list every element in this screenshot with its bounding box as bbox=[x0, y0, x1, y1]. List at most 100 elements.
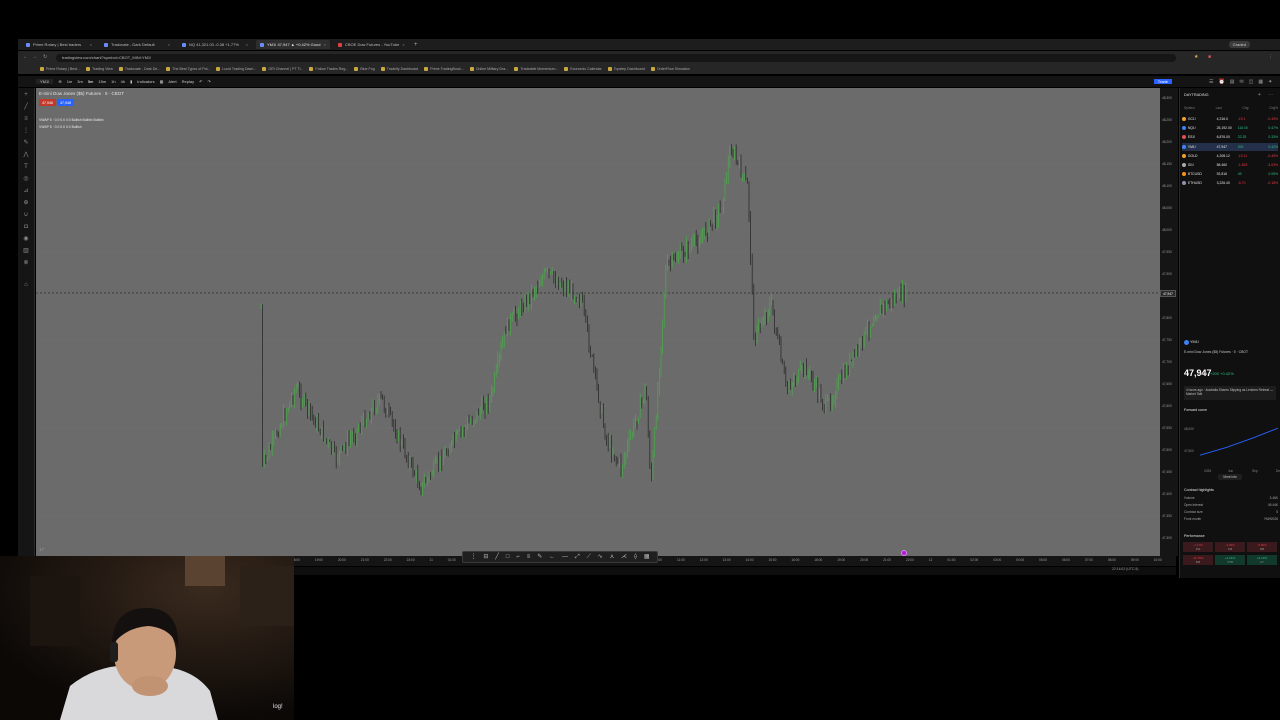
redo-icon[interactable]: ↷ bbox=[207, 79, 210, 84]
crosshair-icon[interactable]: + bbox=[23, 92, 29, 98]
back-icon[interactable]: ← bbox=[23, 54, 28, 60]
bookmark-item[interactable]: Online Military Dra... bbox=[469, 67, 508, 71]
timeframe-3m[interactable]: 3m bbox=[77, 79, 83, 84]
price-chart[interactable]: E-mini Dow Jones ($5) Futures · 5 · CBOT… bbox=[36, 88, 1160, 556]
close-icon[interactable]: × bbox=[324, 42, 326, 47]
bookmark-item[interactable]: Lucid Trading Dash... bbox=[216, 67, 256, 71]
news-icon[interactable]: ▤ bbox=[1230, 79, 1235, 85]
text-icon[interactable]: T bbox=[23, 164, 29, 170]
candle-type-icon[interactable]: ▮ bbox=[130, 79, 132, 84]
brush-icon[interactable]: ✎ bbox=[23, 140, 29, 146]
forward-icon[interactable]: → bbox=[32, 54, 37, 60]
bookmark-item[interactable]: The Best Types of Pol... bbox=[166, 67, 210, 71]
buy-button[interactable]: 47,948 bbox=[57, 99, 74, 106]
bookmark-item[interactable]: OrderFlow Simulator bbox=[650, 67, 690, 71]
screener-icon[interactable]: ◫ bbox=[1249, 79, 1254, 85]
more-info-button[interactable]: More info bbox=[1218, 474, 1242, 480]
indicator-legend[interactable]: VWAP 5 · 0.0 0.0 0.0 Bullish bbox=[39, 125, 82, 129]
trend-line-icon[interactable]: ╱ bbox=[23, 104, 29, 110]
more-icon[interactable]: ▦ bbox=[644, 554, 650, 560]
calendar-icon[interactable]: ▦ bbox=[1258, 79, 1263, 85]
eye-icon[interactable]: ◉ bbox=[23, 236, 29, 242]
browser-tab[interactable]: Tradovate - Dark Default × bbox=[100, 40, 174, 49]
magnet-icon[interactable]: ∪ bbox=[23, 212, 29, 218]
lock-icon[interactable]: ◘ bbox=[23, 224, 29, 230]
bookmark-item[interactable]: Prime TradingBook... bbox=[424, 67, 464, 71]
timeframe-4h[interactable]: 4h bbox=[121, 79, 125, 84]
bookmark-item[interactable]: Economic Calendar bbox=[564, 67, 602, 71]
browser-tab-active[interactable]: YM1! 47,947 ▲ +0.42% Good × bbox=[256, 40, 330, 49]
path-icon[interactable]: ⌐ bbox=[516, 554, 520, 560]
trash-icon[interactable]: ▥ bbox=[23, 248, 29, 254]
chat-icon[interactable]: ✉ bbox=[1239, 79, 1243, 85]
watchlist-row[interactable]: SI1! 58.460 -1.829 -3.03% bbox=[1182, 161, 1278, 169]
menu-icon[interactable]: ⋮ bbox=[1268, 54, 1273, 60]
bookmark-item[interactable]: Prime Rotary | Best... bbox=[40, 67, 80, 71]
browser-tab[interactable]: Prime Rotary | Best traders × bbox=[22, 40, 96, 49]
bookmark-item[interactable]: Tradeable Momentum... bbox=[514, 67, 558, 71]
watchlist-row[interactable]: GC1! 4,216.0 -19.1 -0.45% bbox=[1182, 115, 1278, 123]
watchlist-row[interactable]: ES1! 6,876.00 22.25 0.33% bbox=[1182, 133, 1278, 141]
watchlist-row[interactable]: GOLD 4,208.12 -19.11 -0.45% bbox=[1182, 152, 1278, 160]
purple-marker-icon[interactable] bbox=[901, 550, 907, 556]
undo-icon[interactable]: ↶ bbox=[199, 79, 202, 84]
timeframe-1h[interactable]: 1h bbox=[111, 79, 115, 84]
ruler-icon[interactable]: ⊿ bbox=[23, 188, 29, 194]
price-axis[interactable]: 48,300 48,250 48,200 48,150 48,100 48,050 48,0… bbox=[1160, 88, 1178, 556]
pen-icon[interactable]: ✎ bbox=[537, 554, 542, 560]
favorites-icon[interactable]: ⌂ bbox=[23, 282, 29, 288]
hline-icon[interactable]: — bbox=[562, 554, 568, 560]
curve-icon[interactable]: ∿ bbox=[598, 554, 603, 560]
timeframe-5m[interactable]: 5m bbox=[88, 79, 94, 84]
fib-icon[interactable]: ⋮ bbox=[23, 128, 29, 134]
performance-box[interactable]: +2.24% YTD bbox=[1215, 555, 1245, 565]
wave-icon[interactable]: ⋌ bbox=[621, 554, 627, 560]
rect-icon[interactable]: □ bbox=[506, 554, 510, 560]
add-symbol-icon[interactable]: ⊕ bbox=[58, 79, 61, 84]
ray-icon[interactable]: ⤢ bbox=[575, 554, 580, 560]
line-icon[interactable]: ╱ bbox=[495, 554, 499, 560]
bookmark-item[interactable]: Trading View bbox=[86, 67, 113, 71]
performance-box[interactable]: -11.75% 6M bbox=[1183, 555, 1213, 565]
color-icon[interactable]: ≡ bbox=[527, 554, 531, 560]
more-icon[interactable]: ⋯ bbox=[1268, 92, 1273, 98]
watchlist-row[interactable]: YM1! 47,947 200 0.42% bbox=[1182, 142, 1278, 151]
watchlist-title[interactable]: DAYTRADING bbox=[1184, 93, 1209, 97]
trade-button[interactable]: Trade bbox=[1153, 79, 1172, 84]
template-icon[interactable]: ⊟ bbox=[483, 554, 488, 560]
alert-button[interactable]: Alert bbox=[168, 79, 176, 84]
close-icon[interactable]: × bbox=[246, 42, 248, 47]
zoom-icon[interactable]: ⊕ bbox=[23, 200, 29, 206]
bookmark-item[interactable]: Blue Fog bbox=[354, 67, 375, 71]
watchlist-row[interactable]: BTCUSD 92,816 49 0.05% bbox=[1182, 170, 1278, 178]
performance-box[interactable]: +9.13% 1Y bbox=[1247, 555, 1277, 565]
bookmark-item[interactable]: Follow Trades Reg... bbox=[309, 67, 348, 71]
arrow-icon[interactable]: ← bbox=[549, 554, 555, 560]
watchlist-icon[interactable]: ☰ bbox=[1209, 79, 1213, 85]
measure-icon[interactable]: ⟠ bbox=[634, 554, 637, 560]
symbol-search-button[interactable]: YM1! bbox=[36, 79, 54, 84]
column-header[interactable]: Chg% bbox=[1269, 106, 1278, 110]
ideas-icon[interactable]: ✦ bbox=[1268, 79, 1272, 85]
indicator-legend[interactable]: VWAP 5 · 0.0 0.0 0.0 Bullish Bullish Bul… bbox=[39, 118, 103, 122]
sell-button[interactable]: 47,946 bbox=[39, 99, 56, 106]
profile-badge[interactable]: Graded bbox=[1228, 41, 1250, 48]
watchlist-row[interactable]: ETHUSD 3,226.40 -5.70 -0.18% bbox=[1182, 179, 1278, 187]
browser-tab[interactable]: NQ 41,321.03 -0.38 +1.77% × bbox=[178, 40, 252, 49]
news-headline[interactable]: 4 hours ago · Australia Shares Slipping … bbox=[1184, 386, 1276, 400]
new-tab-button[interactable]: + bbox=[414, 42, 418, 48]
bookmark-item[interactable]: ORI Channel | PT Ti... bbox=[262, 67, 303, 71]
timeframe-1m[interactable]: 1m bbox=[67, 79, 73, 84]
close-icon[interactable]: × bbox=[168, 42, 170, 47]
watchlist-row[interactable]: NQ1! 25,192.00 116.00 0.47% bbox=[1182, 124, 1278, 132]
timezone-label[interactable]: 22:14:02 (UTC-5) bbox=[1112, 567, 1138, 571]
column-header[interactable]: Chg bbox=[1243, 106, 1249, 110]
performance-box[interactable]: -1.17% 1W bbox=[1183, 542, 1213, 552]
bookmark-item[interactable]: Tradovate - Dark De... bbox=[118, 67, 160, 71]
performance-box[interactable]: -0.66% 3M bbox=[1247, 542, 1277, 552]
browser-tab[interactable]: CBOE Dow Futures - YouTube × bbox=[334, 40, 408, 49]
add-symbol-icon[interactable]: + bbox=[1258, 92, 1261, 98]
close-icon[interactable]: × bbox=[402, 42, 404, 47]
horizontal-line-icon[interactable]: ≡ bbox=[23, 116, 29, 122]
performance-box[interactable]: -1.03% 1M bbox=[1215, 542, 1245, 552]
